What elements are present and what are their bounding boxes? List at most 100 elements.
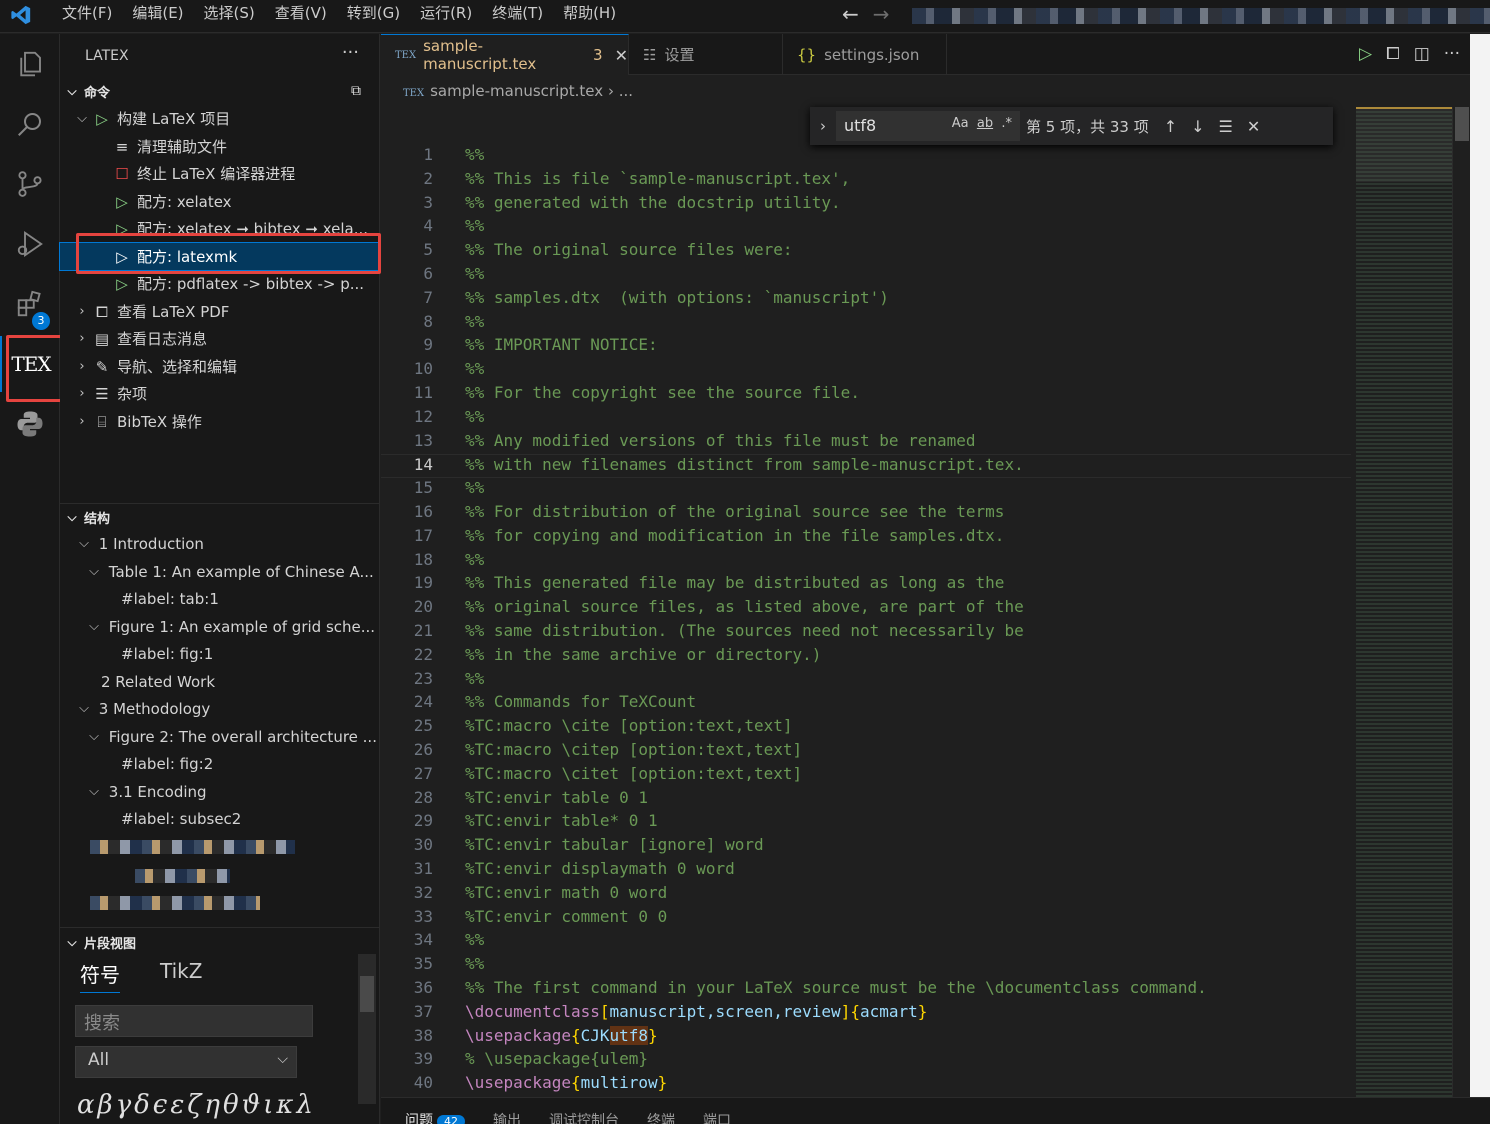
code-line[interactable]: 10%% <box>381 359 1351 383</box>
code-line[interactable]: 26 %TC:macro \citep [option:text,text] <box>381 740 1351 764</box>
structure-item[interactable]: #label: subsec2 <box>60 805 379 832</box>
tab-settings-json[interactable]: {} settings.json <box>783 34 947 75</box>
play-icon[interactable]: ▷ <box>1359 44 1372 64</box>
tab-problems[interactable]: 问题 42 <box>405 1110 465 1124</box>
find-input[interactable]: utf8 Aa ab .* <box>836 111 1020 141</box>
structure-item[interactable]: ⌵ 1 Introduction <box>60 530 379 557</box>
structure-item[interactable]: ⌵ Figure 2: The overall architecture ... <box>60 723 379 750</box>
code-line[interactable]: 1%% <box>381 145 1351 169</box>
preview-icon[interactable]: ⧠ <box>1386 44 1400 64</box>
menu-view[interactable]: 查看(V) <box>265 0 337 33</box>
code-line[interactable]: 30 %TC:envir tabular [ignore] word <box>381 835 1351 859</box>
code-line[interactable]: 8%% <box>381 312 1351 336</box>
menu-file[interactable]: 文件(F) <box>52 0 122 33</box>
code-line[interactable]: 2 %% This is file `sample-manuscript.tex'… <box>381 169 1351 193</box>
extensions-icon[interactable]: 3 <box>0 276 60 332</box>
menu-go[interactable]: 转到(G) <box>337 0 410 33</box>
tree-item-navigate[interactable]: › ✎ 导航、选择和编辑 <box>60 353 379 380</box>
tree-item-build[interactable]: ⌵ ▷ 构建 LaTeX 项目 <box>60 105 379 132</box>
section-structure[interactable]: ⌵ 结构 <box>60 504 379 530</box>
breadcrumb-symbol[interactable]: ... <box>619 82 633 100</box>
editor-scrollbar[interactable] <box>1452 107 1470 1097</box>
code-line[interactable]: 7 %% samples.dtx (with options: `manuscri… <box>381 288 1351 312</box>
code-line[interactable]: 34%% <box>381 930 1351 954</box>
minimap-viewport[interactable] <box>1356 107 1452 182</box>
structure-item[interactable]: #label: tab:1 <box>60 585 379 612</box>
code-line[interactable]: 28 %TC:envir table 0 1 <box>381 788 1351 812</box>
code-line[interactable]: 13 %% Any modified versions of this file … <box>381 431 1351 455</box>
menu-edit[interactable]: 编辑(E) <box>122 0 193 33</box>
code-line[interactable]: 15%% <box>381 478 1351 502</box>
code-line[interactable]: 37 \documentclass[manuscript,screen,revie… <box>381 1002 1351 1026</box>
code-line[interactable]: 33 %TC:envir comment 0 0 <box>381 907 1351 931</box>
code-line[interactable]: 31 %TC:envir displaymath 0 word <box>381 859 1351 883</box>
tree-item-recipe-pdflatex[interactable]: ▷ 配方: pdflatex -> bibtex -> p... <box>60 270 379 297</box>
tab-symbols[interactable]: 符号 <box>80 959 120 993</box>
code-editor[interactable]: 1%% 2%% This is file `sample-manuscript.t… <box>381 107 1351 1097</box>
more-actions-icon[interactable]: ··· <box>342 42 359 63</box>
whole-word-icon[interactable]: ab <box>977 116 993 131</box>
structure-item[interactable]: ⌵ 3 Methodology <box>60 695 379 722</box>
close-icon[interactable]: ✕ <box>615 46 628 65</box>
code-line[interactable]: 29 %TC:envir table* 0 1 <box>381 811 1351 835</box>
snippet-scrollbar[interactable] <box>358 954 376 1104</box>
arrow-up-icon[interactable]: ↑ <box>1164 117 1177 136</box>
tree-item-kill[interactable]: ☐ 终止 LaTeX 编译器进程 <box>60 160 379 187</box>
tab-debug-console[interactable]: 调试控制台 <box>549 1110 619 1124</box>
code-line[interactable]: 23%% <box>381 669 1351 693</box>
source-control-icon[interactable] <box>0 156 60 212</box>
tab-sample-manuscript[interactable]: TEX sample-manuscript.tex 3 ✕ <box>381 34 629 75</box>
code-line[interactable]: 17 %% for copying and modification in the… <box>381 526 1351 550</box>
tab-terminal[interactable]: 终端 <box>647 1110 675 1124</box>
scrollbar-thumb[interactable] <box>1455 107 1469 141</box>
code-line[interactable]: 20 %% original source files, as listed ab… <box>381 597 1351 621</box>
tab-tikz[interactable]: TikZ <box>160 959 202 993</box>
code-line[interactable]: 36 %% The first command in your LaTeX sou… <box>381 978 1351 1002</box>
code-line[interactable]: 9 %% IMPORTANT NOTICE: <box>381 335 1351 359</box>
scrollbar-thumb[interactable] <box>360 976 374 1012</box>
structure-item[interactable]: ⌵ 3.1 Encoding <box>60 778 379 805</box>
menu-help[interactable]: 帮助(H) <box>553 0 626 33</box>
code-line[interactable]: 22 %% in the same archive or directory.) <box>381 645 1351 669</box>
code-line[interactable]: 35%% <box>381 954 1351 978</box>
code-line[interactable]: 40 \usepackage{multirow} <box>381 1073 1351 1097</box>
find-in-selection-icon[interactable]: ☰ <box>1219 117 1233 136</box>
structure-item[interactable]: ⌵ Table 1: An example of Chinese A... <box>60 558 379 585</box>
breadcrumb-file[interactable]: sample-manuscript.tex <box>430 82 603 100</box>
structure-item[interactable]: #label: fig:1 <box>60 640 379 667</box>
code-line[interactable]: 27 %TC:macro \citet [option:text,text] <box>381 764 1351 788</box>
code-line[interactable]: 38 \usepackage{CJKutf8} <box>381 1025 1351 1050</box>
code-line[interactable]: 12%% <box>381 407 1351 431</box>
code-line[interactable]: 21 %% same distribution. (The sources nee… <box>381 621 1351 645</box>
tree-item-clean[interactable]: ≡ 清理辅助文件 <box>60 133 379 160</box>
code-line[interactable]: 19 %% This generated file may be distribu… <box>381 573 1351 597</box>
split-editor-icon[interactable]: ◫ <box>1414 44 1430 64</box>
menu-selection[interactable]: 选择(S) <box>194 0 265 33</box>
command-center-blurred[interactable] <box>912 8 1490 24</box>
code-line[interactable]: 6%% <box>381 264 1351 288</box>
structure-item[interactable]: 2 Related Work <box>60 668 379 695</box>
structure-item[interactable]: #label: fig:2 <box>60 750 379 777</box>
arrow-down-icon[interactable]: ↓ <box>1191 117 1204 136</box>
menu-run[interactable]: 运行(R) <box>410 0 482 33</box>
code-line[interactable]: 11 %% For the copyright see the source fi… <box>381 383 1351 407</box>
run-debug-icon[interactable] <box>0 216 60 272</box>
more-actions-icon[interactable]: ··· <box>1444 44 1460 64</box>
match-case-icon[interactable]: Aa <box>952 116 969 131</box>
snippet-category-select[interactable]: All ⌵ <box>75 1046 297 1078</box>
code-line[interactable]: 3 %% generated with the docstrip utility. <box>381 193 1351 217</box>
chevron-right-icon[interactable]: › <box>810 117 836 135</box>
python-icon[interactable] <box>0 396 60 452</box>
section-commands[interactable]: ⌵ 命令 ⧉ <box>60 78 379 104</box>
tab-settings[interactable]: ☷ 设置 <box>629 34 783 75</box>
tree-item-view-log[interactable]: › ▤ 查看日志消息 <box>60 325 379 352</box>
code-line[interactable]: 16 %% For distribution of the original so… <box>381 502 1351 526</box>
code-line[interactable]: 18%% <box>381 550 1351 574</box>
forward-arrow-icon[interactable]: → <box>873 2 890 26</box>
close-icon[interactable]: ✕ <box>1247 117 1260 136</box>
tree-item-recipe-xelatex[interactable]: ▷ 配方: xelatex <box>60 188 379 215</box>
explorer-icon[interactable] <box>0 36 60 92</box>
tree-item-bibtex[interactable]: › ⌸ BibTeX 操作 <box>60 408 379 435</box>
back-arrow-icon[interactable]: ← <box>842 2 859 26</box>
code-line[interactable]: 24 %% Commands for TeXCount <box>381 692 1351 716</box>
